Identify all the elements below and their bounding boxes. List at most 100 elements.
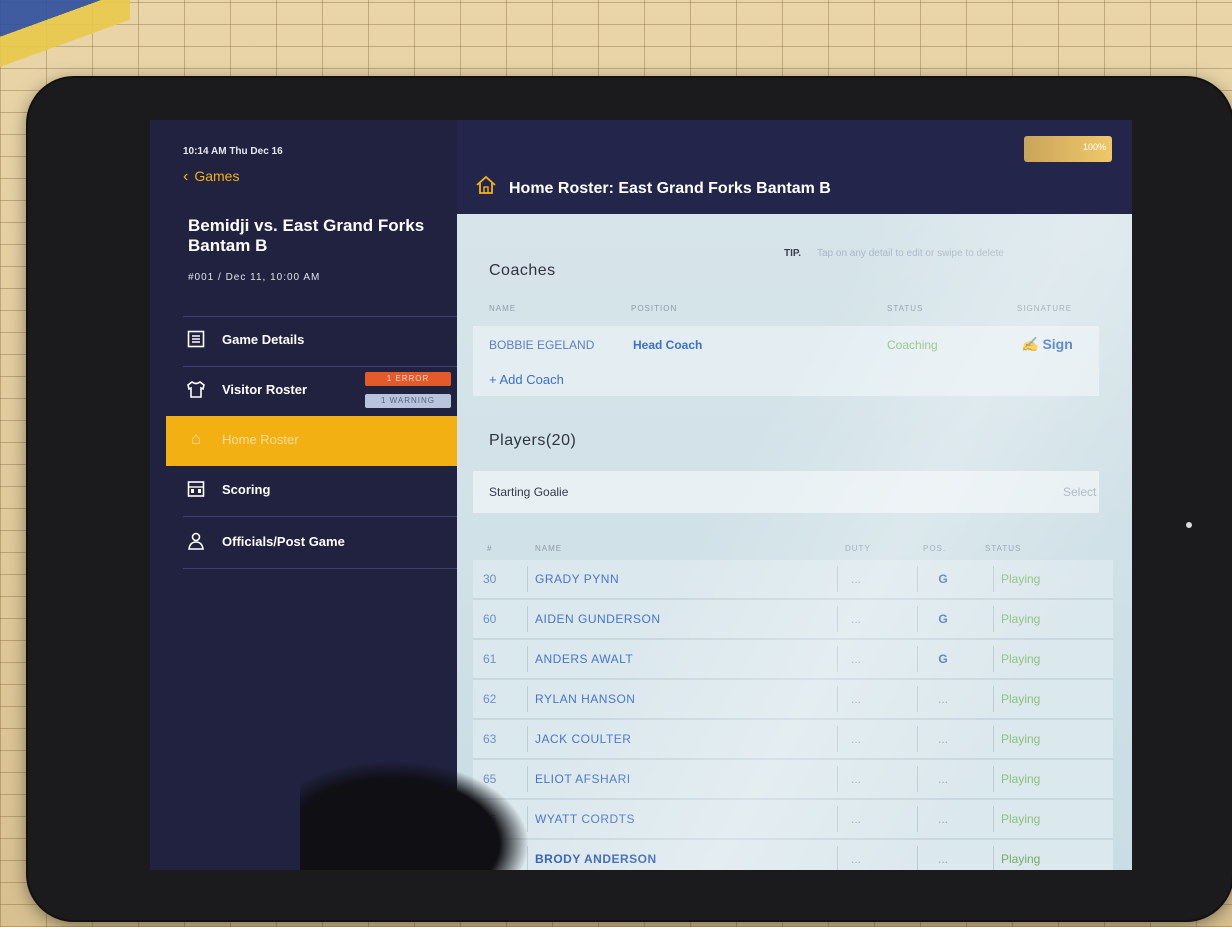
player-name[interactable]: ELIOT AFSHARI — [535, 772, 631, 786]
player-name[interactable]: BRODY ANDERSON — [535, 852, 657, 866]
player-number: 63 — [483, 732, 497, 746]
table-row[interactable]: 67 BRODY ANDERSON ... ... Playing — [473, 840, 1113, 870]
game-meta: #001 / Dec 11, 10:00 AM — [188, 272, 321, 283]
scoreboard-icon — [186, 479, 206, 499]
col-head-name: NAME — [489, 304, 517, 313]
player-status[interactable]: Playing — [1001, 692, 1040, 706]
player-status[interactable]: Playing — [1001, 732, 1040, 746]
roster-content[interactable]: TIP. Tap on any detail to edit or swipe … — [457, 214, 1132, 870]
player-position[interactable]: ... — [933, 812, 953, 826]
sidebar-item-officials[interactable]: Officials/Post Game — [166, 518, 457, 568]
divider — [837, 606, 838, 632]
sidebar-item-game-details[interactable]: Game Details — [166, 316, 457, 366]
player-status[interactable]: Playing — [1001, 852, 1040, 866]
select-goalie-button[interactable]: Select — [1063, 485, 1096, 499]
battery-indicator: 100% — [1024, 136, 1112, 162]
divider — [837, 686, 838, 712]
player-position[interactable]: ... — [933, 692, 953, 706]
table-row[interactable]: 61 ANDERS AWALT ... G Playing — [473, 640, 1113, 680]
player-name[interactable]: GRADY PYNN — [535, 572, 619, 586]
back-label: Games — [194, 168, 240, 184]
player-duty[interactable]: ... — [851, 852, 861, 866]
sidebar-item-label: Game Details — [222, 332, 305, 347]
coach-name[interactable]: BOBBIE EGELAND — [489, 338, 594, 352]
col-head-status: STATUS — [887, 304, 924, 313]
player-duty[interactable]: ... — [851, 732, 861, 746]
tip-label: TIP. — [784, 248, 802, 259]
player-duty[interactable]: ... — [851, 692, 861, 706]
divider — [917, 766, 918, 792]
app-screen: 10:14 AM Thu Dec 16 ‹ Games Bemidji vs. E… — [150, 120, 1132, 870]
player-status[interactable]: Playing — [1001, 772, 1040, 786]
chevron-left-icon: ‹ — [183, 168, 189, 185]
add-coach-button[interactable]: + Add Coach — [489, 372, 564, 387]
jersey-icon — [186, 379, 206, 399]
divider — [527, 686, 528, 712]
divider — [527, 566, 528, 592]
player-position[interactable]: G — [933, 612, 953, 626]
player-name[interactable]: ANDERS AWALT — [535, 652, 633, 666]
player-duty[interactable]: ... — [851, 772, 861, 786]
player-duty[interactable]: ... — [851, 572, 861, 586]
back-to-games-link[interactable]: ‹ Games — [183, 168, 239, 186]
player-status[interactable]: Playing — [1001, 572, 1040, 586]
divider — [527, 606, 528, 632]
starting-goalie-row[interactable]: Starting Goalie Select — [473, 471, 1099, 513]
player-position[interactable]: G — [933, 652, 953, 666]
coach-position[interactable]: Head Coach — [633, 338, 702, 352]
col-head-signature: SIGNATURE — [1017, 304, 1073, 313]
player-name[interactable]: JACK COULTER — [535, 732, 631, 746]
sidebar-item-home-roster[interactable]: ⌂ Home Roster — [166, 416, 457, 466]
player-duty[interactable]: ... — [851, 652, 861, 666]
player-position[interactable]: ... — [933, 772, 953, 786]
player-name[interactable]: AIDEN GUNDERSON — [535, 612, 661, 626]
main-panel: 100% Home Roster: East Grand Forks Banta… — [457, 120, 1132, 870]
divider — [917, 806, 918, 832]
player-status[interactable]: Playing — [1001, 652, 1040, 666]
divider — [993, 726, 994, 752]
divider — [837, 766, 838, 792]
sidebar: 10:14 AM Thu Dec 16 ‹ Games Bemidji vs. E… — [150, 120, 457, 870]
sign-label: Sign — [1042, 336, 1073, 352]
tip-text: Tap on any detail to edit or swipe to de… — [817, 248, 1004, 259]
divider — [917, 726, 918, 752]
player-position[interactable]: ... — [933, 852, 953, 866]
player-position[interactable]: ... — [933, 732, 953, 746]
table-row[interactable]: 66 WYATT CORDTS ... ... Playing — [473, 800, 1113, 840]
table-row[interactable]: 30 GRADY PYNN ... G Playing — [473, 560, 1113, 600]
player-name[interactable]: RYLAN HANSON — [535, 692, 635, 706]
coach-row[interactable]: BOBBIE EGELAND Head Coach Coaching ✍ Sign — [473, 326, 1099, 362]
col-head-name: NAME — [535, 544, 563, 553]
table-row[interactable]: 60 AIDEN GUNDERSON ... G Playing — [473, 600, 1113, 640]
player-number: 30 — [483, 572, 497, 586]
divider — [993, 686, 994, 712]
divider — [917, 846, 918, 870]
warning-badge: 1 WARNING — [365, 394, 451, 408]
col-head-number: # — [487, 544, 493, 553]
col-head-pos: POS. — [923, 544, 947, 553]
starting-goalie-label: Starting Goalie — [489, 485, 569, 499]
player-status[interactable]: Playing — [1001, 812, 1040, 826]
table-row[interactable]: 65 ELIOT AFSHARI ... ... Playing — [473, 760, 1113, 800]
coach-status[interactable]: Coaching — [887, 338, 938, 352]
sidebar-item-scoring[interactable]: Scoring — [166, 466, 457, 516]
divider — [837, 726, 838, 752]
camera-dot — [1186, 522, 1192, 528]
page-title: Home Roster: East Grand Forks Bantam B — [509, 180, 831, 197]
sign-button[interactable]: ✍ Sign — [1021, 336, 1073, 353]
player-status[interactable]: Playing — [1001, 612, 1040, 626]
table-row[interactable]: 63 JACK COULTER ... ... Playing — [473, 720, 1113, 760]
player-name[interactable]: WYATT CORDTS — [535, 812, 635, 826]
player-duty[interactable]: ... — [851, 812, 861, 826]
table-row[interactable]: 62 RYLAN HANSON ... ... Playing — [473, 680, 1113, 720]
divider — [527, 646, 528, 672]
player-position[interactable]: G — [933, 572, 953, 586]
referee-icon — [186, 531, 206, 551]
col-head-status: STATUS — [985, 544, 1022, 553]
signature-icon: ✍ — [1021, 336, 1039, 352]
divider — [917, 646, 918, 672]
sidebar-item-label: Visitor Roster — [222, 382, 308, 397]
divider — [527, 726, 528, 752]
error-badge: 1 ERROR — [365, 372, 451, 386]
player-duty[interactable]: ... — [851, 612, 861, 626]
